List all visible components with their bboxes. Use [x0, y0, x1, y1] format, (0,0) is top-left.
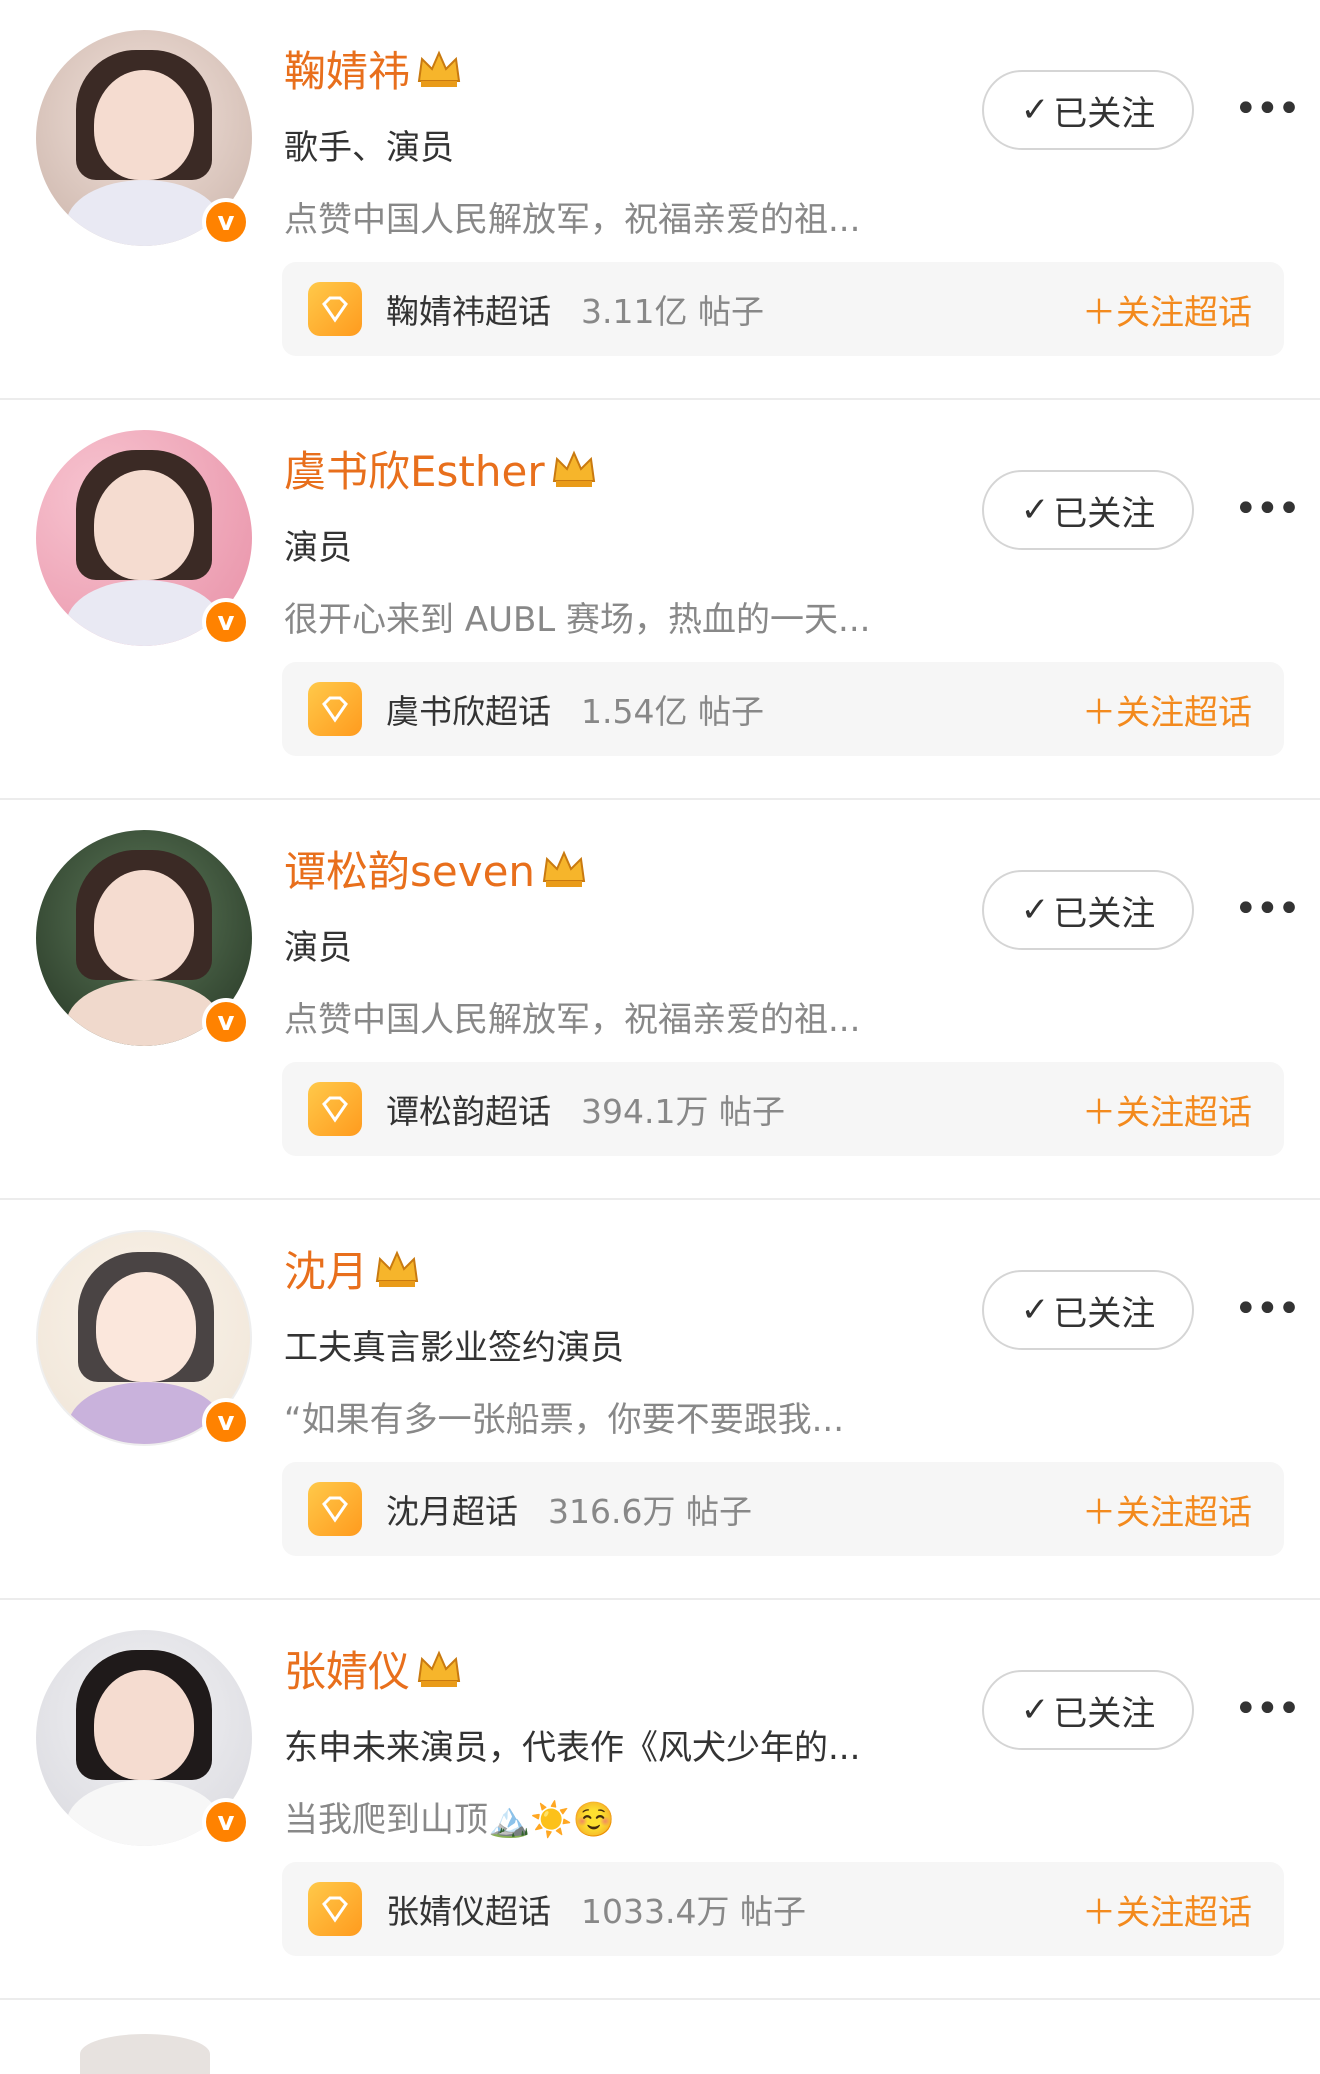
user-card[interactable]: v 谭松韵seven 演员 点赞中国人民解放军，祝福亲爱的祖... ✓ 已关注 •…: [0, 800, 1320, 1200]
follow-super-topic-button[interactable]: ＋关注超话: [1082, 685, 1252, 734]
super-topic-bar[interactable]: 沈月超话 316.6万 帖子 ＋关注超话: [282, 1462, 1284, 1556]
next-avatar-partial: [80, 2034, 210, 2074]
following-label: 已关注: [1053, 1693, 1156, 1734]
verified-v-icon: v: [202, 998, 250, 1046]
user-description: 演员: [284, 928, 352, 968]
check-icon: ✓: [1020, 490, 1050, 530]
user-description: 工夫真言影业签约演员: [284, 1328, 624, 1368]
check-icon: ✓: [1020, 1690, 1050, 1730]
follow-super-topic-button[interactable]: ＋关注超话: [1082, 1485, 1252, 1534]
following-label: 已关注: [1053, 893, 1156, 934]
following-label: 已关注: [1053, 93, 1156, 134]
super-topic-bar[interactable]: 鞠婧祎超话 3.11亿 帖子 ＋关注超话: [282, 262, 1284, 356]
user-description: 歌手、演员: [284, 128, 454, 168]
follow-super-topic-button[interactable]: ＋关注超话: [1082, 285, 1252, 334]
user-name-text: 张婧仪: [284, 1647, 411, 1696]
plus-icon: ＋: [1082, 1892, 1116, 1933]
following-button[interactable]: ✓ 已关注: [982, 70, 1194, 150]
user-latest-post[interactable]: “如果有多一张船票，你要不要跟我...: [284, 1392, 844, 1441]
follow-super-topic-label: 关注超话: [1116, 1092, 1252, 1133]
super-topic-name: 沈月超话: [386, 1492, 518, 1531]
user-name-text: 鞠婧祎: [284, 47, 411, 96]
user-list: v 鞠婧祎 歌手、演员 点赞中国人民解放军，祝福亲爱的祖... ✓ 已关注 •••…: [0, 0, 1320, 2000]
super-topic-count: 1033.4万 帖子: [581, 1892, 806, 1931]
user-name[interactable]: 沈月: [284, 1238, 422, 1299]
following-label: 已关注: [1053, 1293, 1156, 1334]
diamond-icon: [308, 1482, 362, 1536]
user-description: 演员: [284, 528, 352, 568]
diamond-icon: [308, 1082, 362, 1136]
user-name-text: 谭松韵seven: [284, 847, 536, 896]
following-label: 已关注: [1053, 493, 1156, 534]
crown-icon: [417, 50, 461, 87]
user-latest-post[interactable]: 点赞中国人民解放军，祝福亲爱的祖...: [284, 192, 860, 241]
super-topic-name: 谭松韵超话: [386, 1092, 551, 1131]
user-card[interactable]: v 鞠婧祎 歌手、演员 点赞中国人民解放军，祝福亲爱的祖... ✓ 已关注 •••…: [0, 0, 1320, 400]
crown-icon: [375, 1250, 419, 1287]
diamond-icon: [308, 682, 362, 736]
user-latest-post[interactable]: 很开心来到 AUBL 赛场，热血的一天...: [284, 592, 870, 641]
user-card[interactable]: v 虞书欣Esther 演员 很开心来到 AUBL 赛场，热血的一天... ✓ 已…: [0, 400, 1320, 800]
plus-icon: ＋: [1082, 292, 1116, 333]
super-topic-bar[interactable]: 张婧仪超话 1033.4万 帖子 ＋关注超话: [282, 1862, 1284, 1956]
super-topic-name: 张婧仪超话: [386, 1892, 551, 1931]
plus-icon: ＋: [1082, 692, 1116, 733]
super-topic-bar[interactable]: 虞书欣超话 1.54亿 帖子 ＋关注超话: [282, 662, 1284, 756]
following-button[interactable]: ✓ 已关注: [982, 470, 1194, 550]
following-button[interactable]: ✓ 已关注: [982, 1670, 1194, 1750]
verified-v-icon: v: [202, 1398, 250, 1446]
more-icon[interactable]: •••: [1234, 1286, 1301, 1332]
follow-super-topic-button[interactable]: ＋关注超话: [1082, 1085, 1252, 1134]
super-topic-name: 鞠婧祎超话: [386, 292, 551, 331]
more-icon[interactable]: •••: [1234, 1686, 1301, 1732]
super-topic-bar[interactable]: 谭松韵超话 394.1万 帖子 ＋关注超话: [282, 1062, 1284, 1156]
check-icon: ✓: [1020, 1290, 1050, 1330]
user-name-text: 沈月: [284, 1247, 369, 1296]
user-latest-post[interactable]: 当我爬到山顶🏔️☀️☺️: [284, 1792, 615, 1841]
follow-super-topic-label: 关注超话: [1116, 1892, 1252, 1933]
more-icon[interactable]: •••: [1234, 86, 1301, 132]
following-button[interactable]: ✓ 已关注: [982, 1270, 1194, 1350]
verified-v-icon: v: [202, 198, 250, 246]
user-card[interactable]: v 沈月 工夫真言影业签约演员 “如果有多一张船票，你要不要跟我... ✓ 已关注…: [0, 1200, 1320, 1600]
plus-icon: ＋: [1082, 1092, 1116, 1133]
crown-icon: [542, 850, 586, 887]
following-button[interactable]: ✓ 已关注: [982, 870, 1194, 950]
user-name[interactable]: 张婧仪: [284, 1638, 464, 1699]
user-name[interactable]: 谭松韵seven: [284, 838, 589, 899]
check-icon: ✓: [1020, 90, 1050, 130]
user-name[interactable]: 虞书欣Esther: [284, 438, 599, 499]
more-icon[interactable]: •••: [1234, 486, 1301, 532]
plus-icon: ＋: [1082, 1492, 1116, 1533]
verified-v-icon: v: [202, 598, 250, 646]
user-latest-post[interactable]: 点赞中国人民解放军，祝福亲爱的祖...: [284, 992, 860, 1041]
diamond-icon: [308, 1882, 362, 1936]
verified-v-icon: v: [202, 1798, 250, 1846]
crown-icon: [552, 450, 595, 487]
super-topic-count: 394.1万 帖子: [581, 1092, 785, 1131]
super-topic-count: 1.54亿 帖子: [581, 692, 764, 731]
super-topic-name: 虞书欣超话: [386, 692, 551, 731]
follow-super-topic-label: 关注超话: [1116, 1492, 1252, 1533]
check-icon: ✓: [1020, 890, 1050, 930]
crown-icon: [417, 1650, 461, 1687]
super-topic-count: 3.11亿 帖子: [581, 292, 764, 331]
follow-super-topic-label: 关注超话: [1116, 692, 1252, 733]
more-icon[interactable]: •••: [1234, 886, 1301, 932]
user-name[interactable]: 鞠婧祎: [284, 38, 464, 99]
follow-super-topic-label: 关注超话: [1116, 292, 1252, 333]
follow-super-topic-button[interactable]: ＋关注超话: [1082, 1885, 1252, 1934]
user-card[interactable]: v 张婧仪 东申未来演员，代表作《风犬少年的... 当我爬到山顶🏔️☀️☺️ ✓…: [0, 1600, 1320, 2000]
user-name-text: 虞书欣Esther: [284, 447, 545, 496]
diamond-icon: [308, 282, 362, 336]
user-description: 东申未来演员，代表作《风犬少年的...: [284, 1728, 861, 1768]
super-topic-count: 316.6万 帖子: [548, 1492, 752, 1531]
